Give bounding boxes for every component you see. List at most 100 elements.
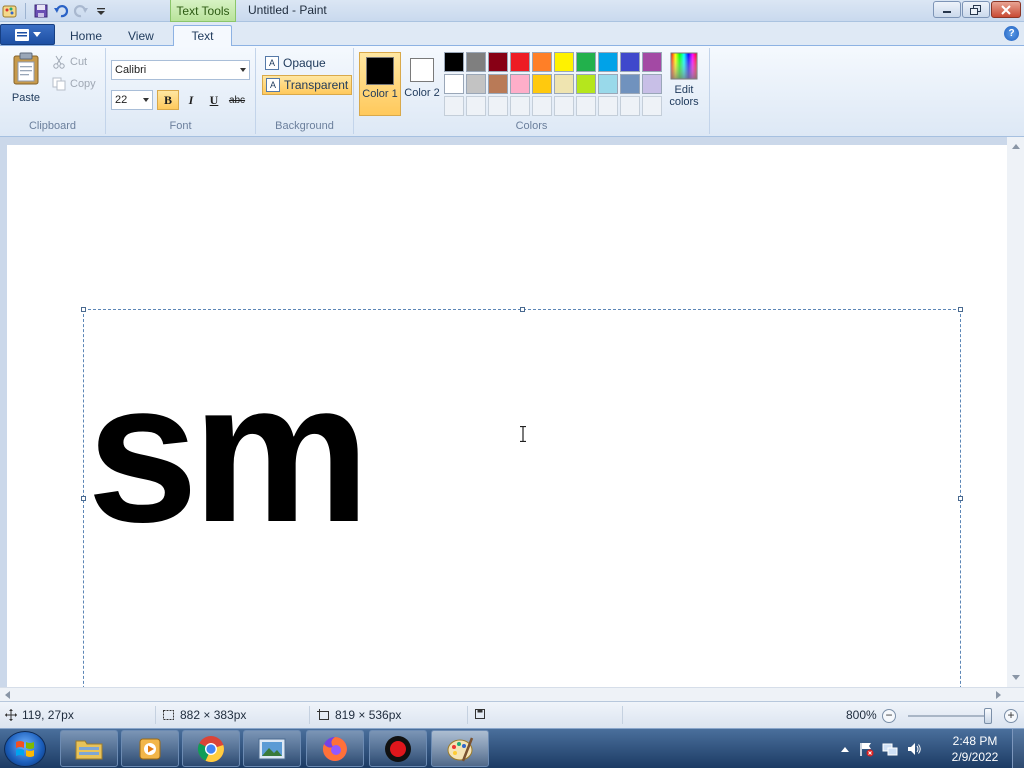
save-icon[interactable] bbox=[33, 3, 49, 19]
palette-swatch-r2-6[interactable] bbox=[554, 74, 574, 94]
show-hidden-icons-icon[interactable] bbox=[840, 745, 850, 753]
custom-color-slot-3[interactable] bbox=[488, 96, 508, 116]
paint-menu-button[interactable] bbox=[0, 24, 55, 45]
custom-color-slot-10[interactable] bbox=[642, 96, 662, 116]
transparent-button[interactable]: A Transparent bbox=[262, 75, 353, 95]
zoom-in-button[interactable]: + bbox=[1004, 709, 1018, 723]
palette-swatch-r1-8[interactable] bbox=[598, 52, 618, 72]
close-button[interactable] bbox=[991, 1, 1021, 18]
tab-home[interactable]: Home bbox=[60, 25, 112, 46]
resize-handle-top-right[interactable] bbox=[958, 307, 963, 312]
color2-button[interactable]: Color 2 bbox=[401, 52, 443, 116]
clipboard-group-label: Clipboard bbox=[28, 120, 77, 132]
italic-button[interactable]: I bbox=[180, 90, 202, 110]
system-clock[interactable]: 2:48 PM 2/9/2022 bbox=[945, 733, 1005, 765]
palette-swatch-r1-1[interactable] bbox=[444, 52, 464, 72]
palette-swatch-r2-5[interactable] bbox=[532, 74, 552, 94]
taskbar-explorer[interactable] bbox=[60, 730, 118, 767]
palette-swatch-r1-3[interactable] bbox=[488, 52, 508, 72]
horizontal-scrollbar[interactable] bbox=[0, 687, 1024, 701]
window-controls bbox=[933, 1, 1021, 18]
minimize-button[interactable] bbox=[933, 1, 961, 18]
palette-swatch-r1-5[interactable] bbox=[532, 52, 552, 72]
palette-swatch-r2-4[interactable] bbox=[510, 74, 530, 94]
bold-button[interactable]: B bbox=[157, 90, 179, 110]
taskbar: 2:48 PM 2/9/2022 bbox=[0, 728, 1024, 768]
taskbar-photo-viewer[interactable] bbox=[243, 730, 301, 767]
show-desktop-button[interactable] bbox=[1012, 729, 1024, 768]
system-tray bbox=[840, 729, 922, 768]
status-bar: 119, 27px 882 × 383px 819 × 536px 800% −… bbox=[0, 701, 1024, 728]
custom-color-slot-5[interactable] bbox=[532, 96, 552, 116]
copy-icon bbox=[52, 77, 66, 91]
cut-button[interactable]: Cut bbox=[52, 53, 87, 71]
strikethrough-button[interactable]: abc bbox=[226, 90, 248, 110]
zoom-out-button[interactable]: − bbox=[882, 709, 896, 723]
scroll-down-icon[interactable] bbox=[1012, 675, 1020, 680]
zoom-slider-thumb[interactable] bbox=[984, 708, 992, 724]
palette-swatch-r1-4[interactable] bbox=[510, 52, 530, 72]
palette-swatch-r1-2[interactable] bbox=[466, 52, 486, 72]
taskbar-recorder[interactable] bbox=[369, 730, 427, 767]
move-cursor-icon bbox=[5, 709, 17, 721]
help-icon[interactable]: ? bbox=[1004, 26, 1019, 41]
scroll-right-icon[interactable] bbox=[996, 691, 1001, 699]
taskbar-media-player[interactable] bbox=[121, 730, 179, 767]
resize-handle-top-left[interactable] bbox=[81, 307, 86, 312]
palette-swatch-r1-10[interactable] bbox=[642, 52, 662, 72]
action-center-flag-icon[interactable] bbox=[858, 741, 874, 757]
network-icon[interactable] bbox=[882, 741, 898, 757]
custom-color-slot-9[interactable] bbox=[620, 96, 640, 116]
custom-color-slot-7[interactable] bbox=[576, 96, 596, 116]
color1-button[interactable]: Color 1 bbox=[359, 52, 401, 116]
custom-color-slot-4[interactable] bbox=[510, 96, 530, 116]
resize-handle-left[interactable] bbox=[81, 496, 86, 501]
custom-color-slot-8[interactable] bbox=[598, 96, 618, 116]
palette-swatch-r2-7[interactable] bbox=[576, 74, 596, 94]
scroll-left-icon[interactable] bbox=[5, 691, 10, 699]
undo-icon[interactable] bbox=[53, 3, 69, 19]
paint-app-icon[interactable] bbox=[2, 3, 18, 19]
transparent-label: Transparent bbox=[284, 78, 349, 92]
palette-swatch-r1-9[interactable] bbox=[620, 52, 640, 72]
resize-handle-top[interactable] bbox=[520, 307, 525, 312]
palette-swatch-r2-1[interactable] bbox=[444, 74, 464, 94]
custom-color-slot-2[interactable] bbox=[466, 96, 486, 116]
ribbon: Paste Cut Copy Clipboard Calibri 22 B I … bbox=[0, 46, 1024, 137]
underline-button[interactable]: U bbox=[203, 90, 225, 110]
scroll-up-icon[interactable] bbox=[1012, 144, 1020, 149]
customize-qat-icon[interactable] bbox=[93, 3, 109, 19]
drawing-canvas[interactable]: sm bbox=[7, 145, 1007, 687]
edit-colors-button[interactable]: Edit colors bbox=[664, 52, 704, 108]
palette-swatch-r2-10[interactable] bbox=[642, 74, 662, 94]
resize-handle-right[interactable] bbox=[958, 496, 963, 501]
vertical-scrollbar[interactable] bbox=[1007, 137, 1024, 687]
text-box-selection[interactable] bbox=[81, 307, 963, 687]
copy-button[interactable]: Copy bbox=[52, 75, 96, 93]
volume-icon[interactable] bbox=[906, 741, 922, 757]
opaque-button[interactable]: A Opaque bbox=[262, 53, 329, 73]
restore-button[interactable] bbox=[962, 1, 990, 18]
status-separator bbox=[309, 706, 310, 724]
custom-color-slot-1[interactable] bbox=[444, 96, 464, 116]
custom-color-slot-6[interactable] bbox=[554, 96, 574, 116]
windows-logo-icon bbox=[16, 741, 34, 757]
start-button[interactable] bbox=[4, 731, 46, 767]
redo-icon[interactable] bbox=[73, 3, 89, 19]
font-family-dropdown[interactable]: Calibri bbox=[111, 60, 250, 80]
palette-swatch-r2-9[interactable] bbox=[620, 74, 640, 94]
palette-swatch-r2-2[interactable] bbox=[466, 74, 486, 94]
palette-swatch-r1-6[interactable] bbox=[554, 52, 574, 72]
taskbar-firefox[interactable] bbox=[306, 730, 364, 767]
tab-text[interactable]: Text bbox=[173, 25, 232, 46]
palette-swatch-r2-3[interactable] bbox=[488, 74, 508, 94]
taskbar-chrome[interactable] bbox=[182, 730, 240, 767]
paste-button[interactable]: Paste bbox=[8, 52, 44, 104]
zoom-slider-track[interactable] bbox=[908, 715, 992, 717]
palette-swatch-r1-7[interactable] bbox=[576, 52, 596, 72]
tab-view[interactable]: View bbox=[118, 25, 164, 46]
palette-swatch-r2-8[interactable] bbox=[598, 74, 618, 94]
taskbar-paint[interactable] bbox=[431, 730, 489, 767]
window-title: Untitled - Paint bbox=[248, 3, 327, 17]
font-size-dropdown[interactable]: 22 bbox=[111, 90, 153, 110]
